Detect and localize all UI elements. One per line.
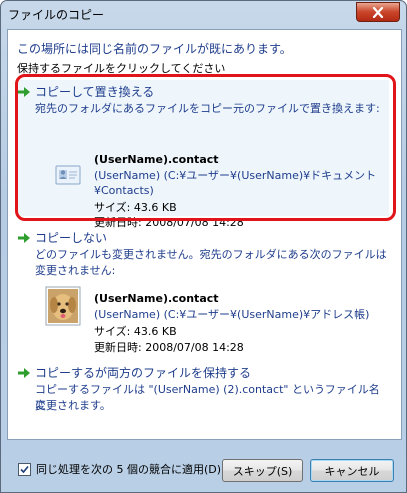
close-button[interactable] [356, 2, 400, 22]
file-path-line1: (UserName) (C:¥ユーザー¥(UserName)¥アドレス帳) [94, 308, 370, 321]
option-description-line2: 変更されません: [35, 264, 116, 277]
option-keep-both[interactable]: コピーするが両方のファイルを保持する コピーするファイルは "(UserName… [17, 361, 389, 419]
close-icon [372, 6, 384, 18]
option-title: コピーするが両方のファイルを保持する [35, 366, 252, 380]
skip-button[interactable]: スキップ(S) [222, 459, 303, 482]
cancel-button[interactable]: キャンセル [310, 459, 394, 482]
file-modified: 更新日時: 2008/07/08 14:28 [94, 341, 244, 354]
option-title: コピーしない [35, 231, 108, 245]
green-arrow-icon [18, 368, 30, 378]
file-name: (UserName).contact [94, 292, 219, 305]
file-copy-dialog: ファイルのコピー この場所には同じ名前のファイルが既にあります。 保持するファイ… [0, 0, 407, 493]
green-arrow-icon [18, 233, 30, 243]
checkmark-icon [20, 465, 29, 473]
apply-to-all-checkbox[interactable] [18, 462, 31, 476]
option-description-line1: どのファイルも変更されません。宛先のフォルダにある次のファイルは [35, 248, 387, 261]
conflict-heading: この場所には同じ名前のファイルが既にあります。 [17, 42, 292, 56]
option-description-line2: 変更されます。 [35, 399, 111, 412]
dog-photo-contact-icon [45, 286, 81, 326]
apply-to-all-label: 同じ処理を次の 5 個の競合に適用(D) [36, 463, 222, 476]
title-bar[interactable]: ファイルのコピー [1, 1, 406, 27]
option-dont-copy[interactable]: コピーしない どのファイルも変更されません。宛先のフォルダにある次のファイルは … [17, 226, 389, 354]
window-title: ファイルのコピー [8, 8, 105, 22]
file-size: サイズ: 43.6 KB [94, 325, 177, 338]
apply-to-all-checkbox-row[interactable]: 同じ処理を次の 5 個の競合に適用(D) [18, 461, 221, 477]
selection-highlight-frame [15, 74, 396, 221]
dialog-content: この場所には同じ名前のファイルが既にあります。 保持するファイルをクリックしてく… [7, 29, 402, 440]
